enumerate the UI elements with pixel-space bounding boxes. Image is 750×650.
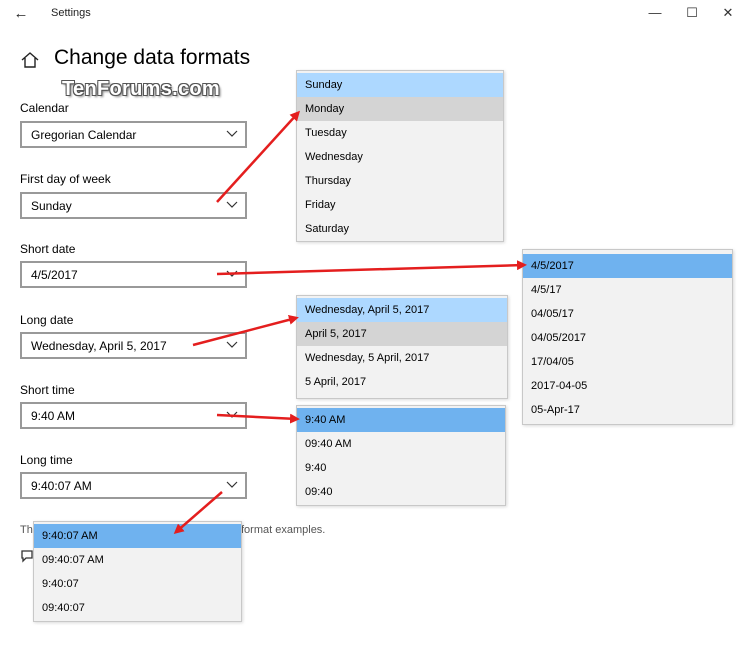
first-day-dropdown: Sunday Monday Tuesday Wednesday Thursday… (296, 70, 504, 242)
long-date-combo[interactable]: Wednesday, April 5, 2017 (20, 332, 247, 359)
first-day-label: First day of week (20, 172, 111, 186)
long-time-option[interactable]: 9:40:07 AM (34, 524, 241, 548)
long-time-combo[interactable]: 9:40:07 AM (20, 472, 247, 499)
short-date-option[interactable]: 4/5/17 (523, 278, 732, 302)
long-time-option[interactable]: 09:40:07 (34, 596, 241, 620)
first-day-value: Sunday (31, 199, 72, 213)
chevron-down-icon (226, 201, 238, 208)
short-date-value: 4/5/2017 (31, 268, 78, 282)
chevron-down-icon (226, 270, 238, 277)
calendar-combo[interactable]: Gregorian Calendar (20, 121, 247, 148)
first-day-option[interactable]: Wednesday (297, 145, 503, 169)
long-date-option[interactable]: 5 April, 2017 (297, 370, 507, 394)
short-date-option[interactable]: 04/05/17 (523, 302, 732, 326)
first-day-option[interactable]: Friday (297, 193, 503, 217)
short-date-option[interactable]: 05-Apr-17 (523, 398, 732, 422)
short-time-label: Short time (20, 383, 75, 397)
app-title: Settings (51, 7, 91, 19)
first-day-option[interactable]: Saturday (297, 217, 503, 241)
watermark: TenForums.com (62, 78, 220, 100)
first-day-option[interactable]: Monday (297, 97, 503, 121)
short-time-option[interactable]: 9:40 AM (297, 408, 505, 432)
long-date-label: Long date (20, 313, 74, 327)
short-time-option[interactable]: 09:40 (297, 480, 505, 504)
first-day-option[interactable]: Tuesday (297, 121, 503, 145)
long-time-value: 9:40:07 AM (31, 479, 92, 493)
long-date-option[interactable]: April 5, 2017 (297, 322, 507, 346)
short-time-dropdown: 9:40 AM 09:40 AM 9:40 09:40 (296, 405, 506, 506)
calendar-label: Calendar (20, 101, 69, 115)
short-time-option[interactable]: 09:40 AM (297, 432, 505, 456)
long-time-option[interactable]: 09:40:07 AM (34, 548, 241, 572)
long-date-value: Wednesday, April 5, 2017 (31, 339, 167, 353)
chevron-down-icon (226, 130, 238, 137)
long-time-label: Long time (20, 453, 73, 467)
short-date-option[interactable]: 4/5/2017 (523, 254, 732, 278)
short-date-option[interactable]: 17/04/05 (523, 350, 732, 374)
chevron-down-icon (226, 481, 238, 488)
short-date-option[interactable]: 04/05/2017 (523, 326, 732, 350)
title-bar: ← Settings — ☐ ✕ (0, 0, 750, 28)
home-icon[interactable] (20, 50, 40, 70)
arrow-short-date (216, 260, 527, 276)
format-examples-text-start: Th (20, 524, 33, 536)
short-time-combo[interactable]: 9:40 AM (20, 402, 247, 429)
long-date-option[interactable]: Wednesday, April 5, 2017 (297, 298, 507, 322)
long-date-dropdown: Wednesday, April 5, 2017 April 5, 2017 W… (296, 295, 508, 399)
calendar-value: Gregorian Calendar (31, 128, 137, 142)
first-day-option[interactable]: Sunday (297, 73, 503, 97)
short-date-option[interactable]: 2017-04-05 (523, 374, 732, 398)
short-date-dropdown: 4/5/2017 4/5/17 04/05/17 04/05/2017 17/0… (522, 249, 733, 425)
feedback-icon[interactable] (20, 549, 34, 563)
chevron-down-icon (226, 341, 238, 348)
short-time-option[interactable]: 9:40 (297, 456, 505, 480)
long-date-option[interactable]: Wednesday, 5 April, 2017 (297, 346, 507, 370)
chevron-down-icon (226, 411, 238, 418)
first-day-combo[interactable]: Sunday (20, 192, 247, 219)
short-date-combo[interactable]: 4/5/2017 (20, 261, 247, 288)
first-day-option[interactable]: Thursday (297, 169, 503, 193)
long-time-dropdown: 9:40:07 AM 09:40:07 AM 9:40:07 09:40:07 (33, 521, 242, 622)
long-time-option[interactable]: 9:40:07 (34, 572, 241, 596)
close-button[interactable]: ✕ (716, 3, 740, 23)
minimize-button[interactable]: — (643, 3, 667, 23)
back-arrow-icon[interactable]: ← (10, 4, 32, 24)
maximize-button[interactable]: ☐ (680, 3, 704, 23)
short-date-label: Short date (20, 242, 76, 256)
short-time-value: 9:40 AM (31, 409, 76, 423)
page-title: Change data formats (54, 46, 251, 69)
format-examples-text-end: format examples. (241, 524, 326, 536)
